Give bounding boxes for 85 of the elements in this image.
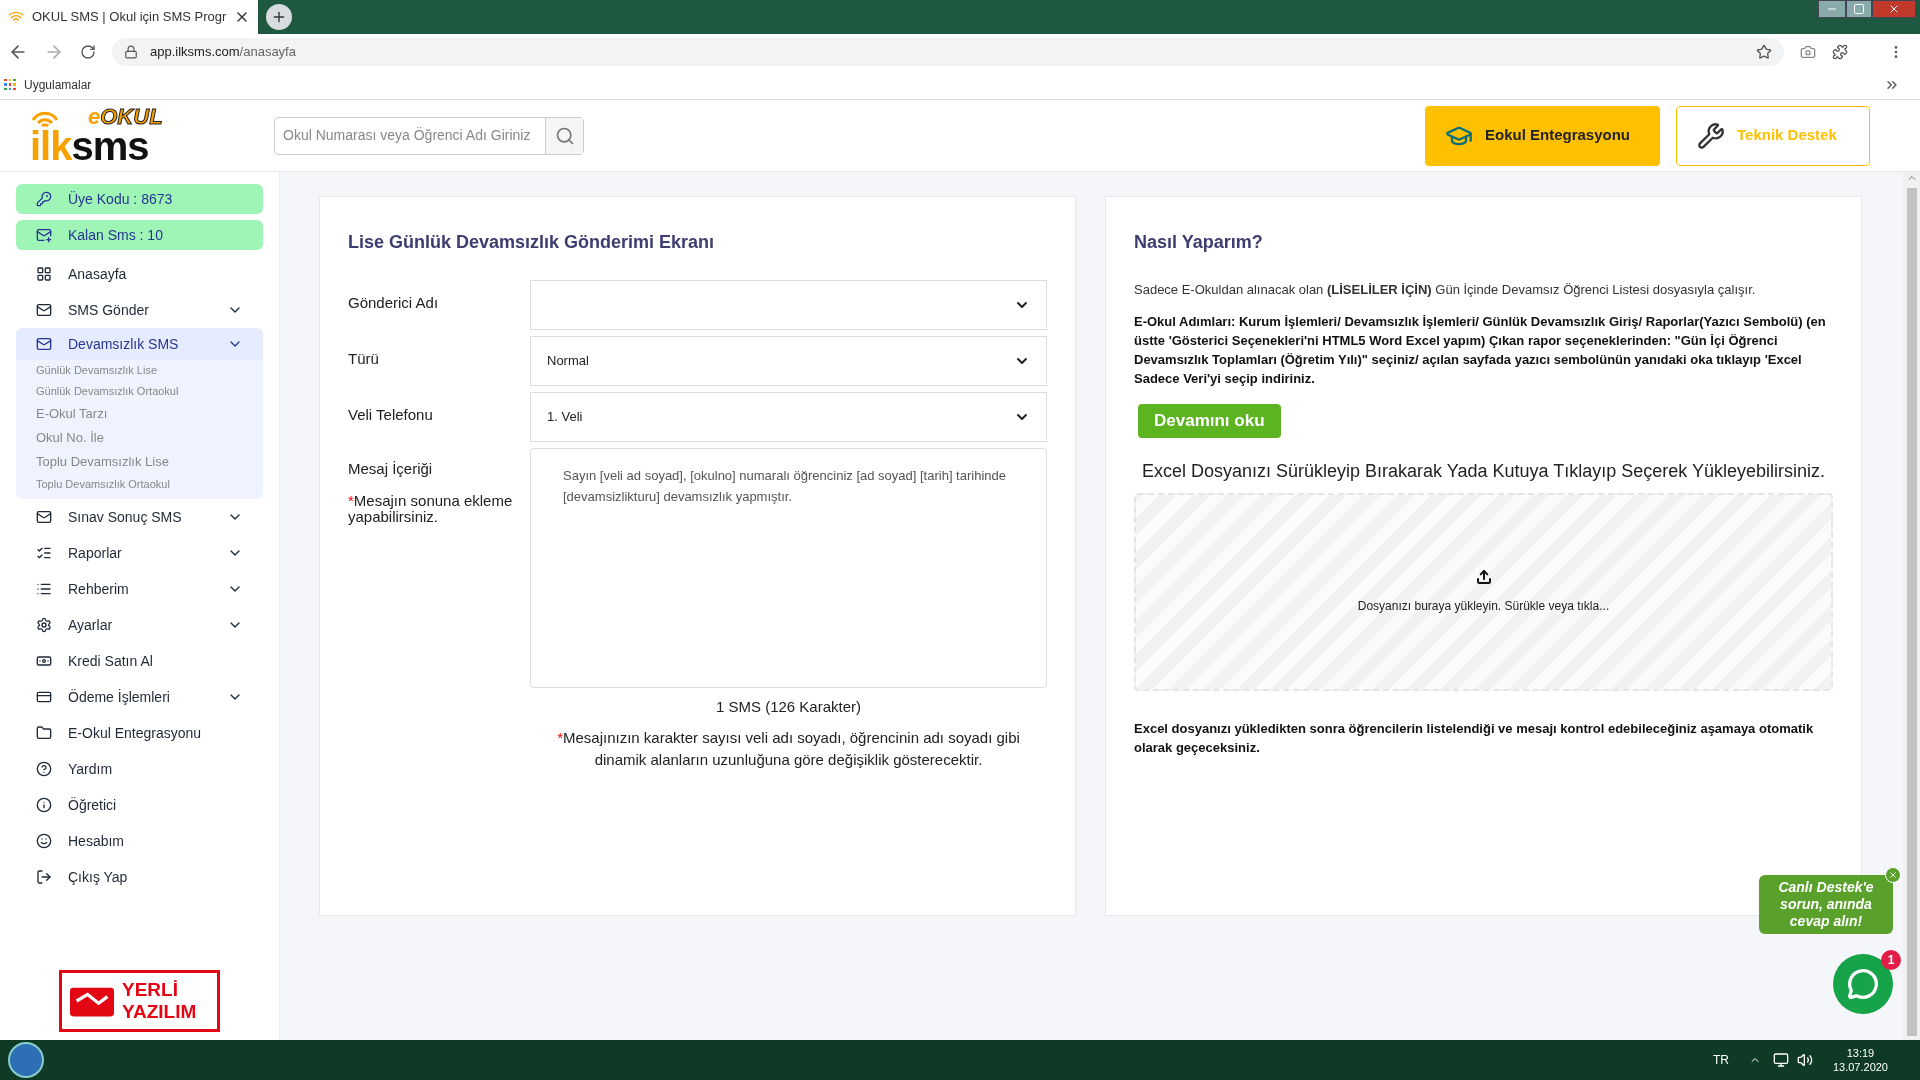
menu-item[interactable]: Ayarlar xyxy=(16,607,263,643)
chat-bubble-icon xyxy=(1847,968,1879,1000)
mail-plus-icon xyxy=(36,227,52,243)
network-icon[interactable] xyxy=(1772,1052,1789,1068)
select-field[interactable]: Normal xyxy=(530,336,1047,386)
maximize-button[interactable] xyxy=(1846,0,1872,18)
menu-item[interactable]: Devamsızlık SMS xyxy=(16,328,263,360)
select-field[interactable]: 1. Veli xyxy=(530,392,1047,442)
url-text: app.ilksms.com/anasayfa xyxy=(150,43,297,62)
help-title: Nasıl Yaparım? xyxy=(1134,231,1264,254)
list-icon xyxy=(36,581,52,597)
tab-title: OKUL SMS | Okul için SMS Progr xyxy=(32,8,227,27)
mail-icon xyxy=(36,302,52,318)
field-label: Mesaj İçeriği xyxy=(348,459,434,479)
tools-icon xyxy=(1697,121,1725,150)
menu-item[interactable]: E-Okul Entegrasyonu xyxy=(16,715,263,751)
extensions-icon[interactable] xyxy=(1832,44,1848,60)
scrollbar[interactable] xyxy=(1903,172,1920,1040)
reload-icon[interactable] xyxy=(80,44,96,60)
address-bar[interactable]: app.ilksms.com/anasayfa xyxy=(112,38,1784,66)
warning-text: *Mesajınızın karakter sayısı veli adı soyadı, öğrencinin adı soyadı gibi dinamik alanların uzunluğuna göre değişiklik gösterecektir. xyxy=(556,727,1021,770)
badge-text: YERLİ xyxy=(122,979,179,1001)
volume-icon[interactable] xyxy=(1796,1052,1813,1068)
smiley-icon xyxy=(36,833,52,849)
menu-item[interactable]: Anasayfa xyxy=(16,256,263,292)
help-icon xyxy=(36,761,52,777)
logo-text[interactable]: ilksms xyxy=(30,125,190,166)
menu-item[interactable]: Sınav Sonuç SMS xyxy=(16,499,263,535)
camera-icon[interactable] xyxy=(1800,44,1816,60)
logout-icon xyxy=(36,869,52,885)
integration-button[interactable]: Eokul Entegrasyonu xyxy=(1425,105,1660,166)
checklist-icon xyxy=(36,545,52,561)
field-label: Türü xyxy=(348,349,380,369)
lock-icon xyxy=(124,45,138,59)
character-counter: 1 SMS (126 Karakter) xyxy=(714,697,863,717)
menu-item[interactable]: Kredi Satın Al xyxy=(16,643,263,679)
maximize-icon xyxy=(1853,3,1865,15)
bookmark-link[interactable]: Uygulamalar xyxy=(24,75,1876,94)
search-icon xyxy=(554,125,575,146)
select-field[interactable] xyxy=(530,280,1047,330)
banknote-icon xyxy=(36,653,52,669)
upload-icon xyxy=(1475,568,1492,585)
menu-item[interactable]: SMS Gönder xyxy=(16,292,263,328)
hint-text: *Mesajın sonuna ekleme yapabilirsiniz. xyxy=(348,492,514,525)
language-indicator[interactable]: TR xyxy=(1712,1051,1729,1069)
logo-subtext: eOKUL xyxy=(88,105,163,128)
card-icon xyxy=(36,689,52,705)
menu-item[interactable]: Ödeme İşlemleri xyxy=(16,679,263,715)
clock[interactable]: 13:19 13.07.2020 xyxy=(1832,1046,1888,1074)
browser-tab[interactable]: OKUL SMS | Okul için SMS Progr xyxy=(0,0,259,34)
info-icon xyxy=(36,797,52,813)
form-title: Lise Günlük Devamsızlık Gönderimi Ekranı xyxy=(348,231,716,254)
start-button[interactable] xyxy=(8,1042,44,1078)
minimize-button[interactable] xyxy=(1818,0,1846,18)
key-icon xyxy=(36,191,52,207)
footer-text: Excel dosyanızı yükledikten sonra öğrencilerin listelendiği ve mesajı kontrol edebileceğiniz aşamaya otomatik olarak geçeceksiniz. xyxy=(1134,719,1815,757)
menu-item[interactable]: Rehberim xyxy=(16,571,263,607)
badge-text: YAZILIM xyxy=(122,1001,197,1023)
message-textarea[interactable]: Sayın [veli ad soyad], [okulno] numaralı öğrenciniz [ad soyad] [tarih] tarihinde [devamsizlikturu] devamsızlık yapmıştır. xyxy=(530,448,1047,688)
mail-icon xyxy=(36,336,52,352)
close-icon xyxy=(1888,870,1898,880)
search-field[interactable]: Okul Numarası veya Öğrenci Adı Giriniz xyxy=(274,116,584,155)
upload-title: Excel Dosyanızı Sürükleyip Bırakarak Yada Kutuya Tıklayıp Seçerek Yükleyebilirsiniz. xyxy=(1141,459,1826,483)
menu-item[interactable]: Raporlar xyxy=(16,535,263,571)
mail-icon xyxy=(36,509,52,525)
new-tab-button[interactable] xyxy=(266,4,293,30)
intro-text: Sadece E-Okuldan alınacak olan (LİSELİLER İÇİN) Gün İçinde Devamsız Öğrenci Listesi dosyasıyla çalışır. xyxy=(1134,281,1757,299)
field-label: Gönderici Adı xyxy=(348,293,440,313)
folder-icon xyxy=(36,725,52,741)
close-icon xyxy=(1888,3,1900,15)
search-button[interactable] xyxy=(545,117,583,154)
steps-text: E-Okul Adımları: Kurum İşlemleri/ Devamsızlık İşlemleri/ Günlük Devamsızlık Giriş/ Raporlar(Yazıcı Sembolü) (en üstte 'Gösterici Seçenekleri'ni HTML5 Word Excel yapım) Çıkan rapor seçeneklerinden: "Gün İçi Öğrenci Devamsızlık Toplamları (Öğretim Yılı)" seçiniz/ açılan sayfada yazıcı sembolünün yanıdaki oka tıklayıp 'Excel Sadece Veri'yi seçip indiriniz. xyxy=(1134,312,1827,388)
field-label: Veli Telefonu xyxy=(348,405,434,425)
menu-item[interactable]: Öğretici xyxy=(16,787,263,823)
menu-item[interactable]: Çıkış Yap xyxy=(16,859,263,895)
info-badge: Üye Kodu : 8673 xyxy=(16,184,263,214)
info-badge: Kalan Sms : 10 xyxy=(16,220,263,250)
grid-icon xyxy=(36,266,52,282)
star-icon[interactable] xyxy=(1756,44,1772,60)
dropzone-text: Dosyanızı buraya yükleyin. Sürükle veya tıkla... xyxy=(1357,597,1610,615)
apps-icon[interactable] xyxy=(4,78,16,91)
settings-icon xyxy=(36,617,52,633)
menu-item[interactable]: Yardım xyxy=(16,751,263,787)
menu-item[interactable]: Hesabım xyxy=(16,823,263,859)
dropzone[interactable]: Dosyanızı buraya yükleyin. Sürükle veya tıkla... xyxy=(1134,492,1833,691)
